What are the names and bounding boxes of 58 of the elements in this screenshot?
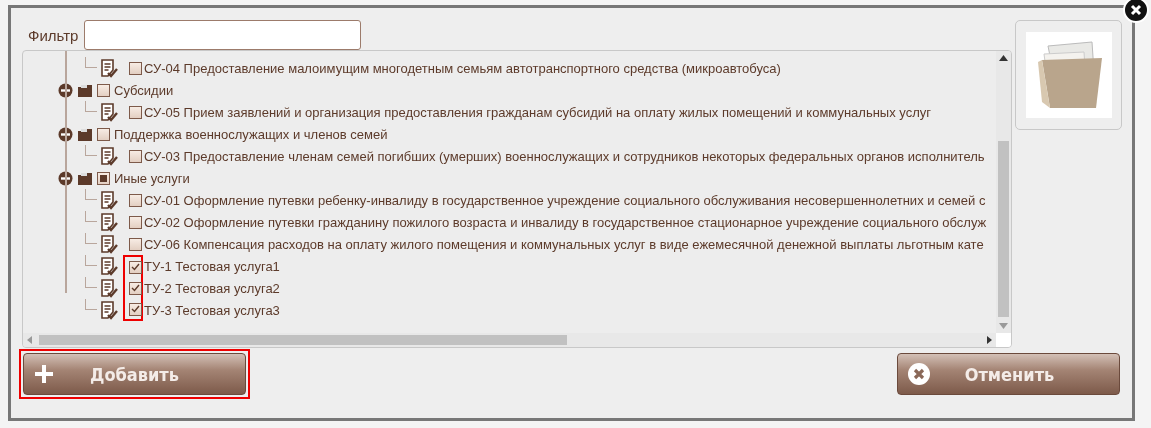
scroll-up-icon[interactable] <box>999 55 1008 61</box>
close-icon[interactable] <box>1123 0 1149 23</box>
checkbox[interactable] <box>129 105 142 119</box>
group-label[interactable]: Субсидии <box>114 82 174 98</box>
service-label[interactable]: ТУ-2 Тестовая услуга2 <box>144 280 280 296</box>
checkbox[interactable] <box>129 302 142 316</box>
checkbox[interactable] <box>97 127 110 141</box>
checkbox[interactable] <box>129 61 142 75</box>
group-label[interactable]: Поддержка военнослужащих и членов семей <box>114 126 388 142</box>
checkbox[interactable] <box>129 149 142 163</box>
document-check-icon <box>99 58 119 78</box>
filter-field[interactable] <box>84 20 362 50</box>
document-check-icon <box>99 256 119 276</box>
document-check-icon <box>99 300 119 320</box>
scroll-right-icon[interactable] <box>987 336 992 344</box>
document-check-icon <box>99 212 119 232</box>
document-check-icon <box>99 278 119 298</box>
checkbox[interactable] <box>129 215 142 229</box>
service-label[interactable]: ТУ-1 Тестовая услуга1 <box>144 258 280 274</box>
document-check-icon <box>99 234 119 254</box>
close-icon <box>908 363 930 385</box>
document-check-icon <box>99 190 119 210</box>
service-label[interactable]: СУ-06 Компенсация расходов на оплату жилого помещения и коммунальных услуг в виде ежемесячной денежной выплаты льготным кате <box>144 236 984 252</box>
collapse-icon[interactable] <box>58 170 73 186</box>
group-label[interactable]: Иные услуги <box>114 170 190 186</box>
tree-connector <box>85 101 97 112</box>
checkbox[interactable] <box>129 237 142 251</box>
service-label[interactable]: ТУ-3 Тестовая услуга3 <box>144 302 280 318</box>
service-label[interactable]: СУ-03 Предоставление членам семей погибших (умерших) военнослужащих и сотрудников некоторых федеральных органов исполнитель <box>144 148 985 164</box>
checkbox[interactable] <box>129 260 142 274</box>
vertical-scrollbar[interactable] <box>996 51 1011 333</box>
checkbox[interactable] <box>129 281 142 295</box>
folder-icon <box>78 83 92 97</box>
document-check-icon <box>99 146 119 166</box>
plus-icon <box>34 364 54 384</box>
horizontal-scrollbar[interactable] <box>23 333 996 347</box>
service-label[interactable]: СУ-04 Предоставление малоимущим многодетным семьям автотранспортного средства (микроавтобуса) <box>144 60 781 76</box>
tree-connector <box>85 255 97 266</box>
tree-connector <box>85 211 97 222</box>
checkbox[interactable] <box>97 83 110 97</box>
filter-label: Фильтр <box>28 26 79 44</box>
scrollbar-corner <box>996 333 1011 347</box>
tree-connector <box>85 233 97 244</box>
folder-icon <box>78 127 92 141</box>
tree-connector <box>85 189 97 200</box>
tree-connector <box>85 277 97 288</box>
collapse-icon[interactable] <box>58 126 73 142</box>
document-check-icon <box>99 102 119 122</box>
tree-connector <box>85 299 97 310</box>
service-label[interactable]: СУ-01 Оформление путевки ребенку-инвалиду в государственное учреждение социального обслуживания несовершеннолетних и семей с <box>144 192 986 208</box>
checkbox[interactable] <box>129 193 142 207</box>
tree-connector <box>85 145 97 156</box>
service-label[interactable]: СУ-02 Оформление путевки гражданину пожилого возраста и инвалиду в государственное стационарное учреждение социального обслуж <box>144 214 987 230</box>
folder-icon <box>78 171 92 185</box>
tree-connector <box>85 57 97 68</box>
checkbox[interactable] <box>97 171 110 185</box>
service-label[interactable]: СУ-05 Прием заявлений и организация предоставления гражданам субсидий на оплату жилых помещений и коммунальных услуг <box>144 104 931 120</box>
collapse-icon[interactable] <box>58 82 73 98</box>
